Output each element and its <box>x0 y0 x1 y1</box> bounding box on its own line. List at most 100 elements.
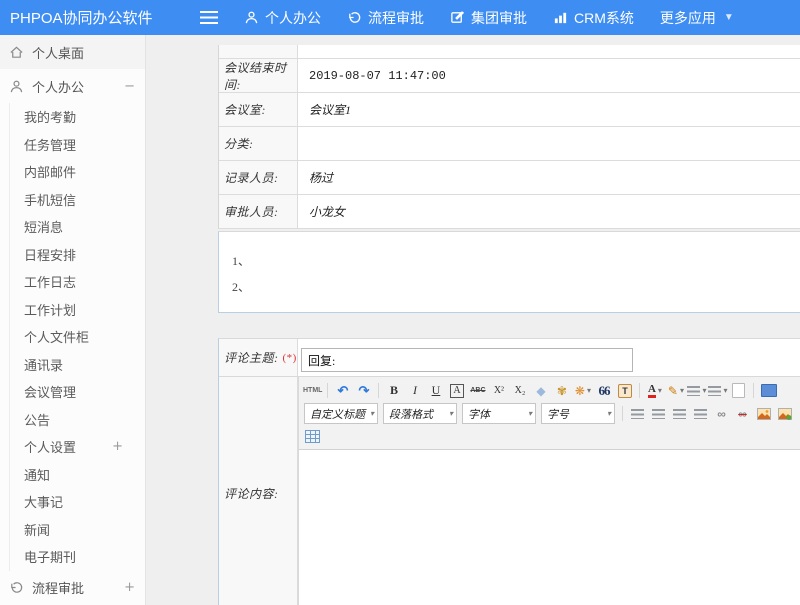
collapse-icon[interactable]: − <box>124 79 135 94</box>
nav-crm-system[interactable]: CRM系统 <box>553 8 634 28</box>
edit-icon <box>450 10 465 25</box>
field-label: 审批人员: <box>219 195 298 228</box>
comment-subject-input[interactable] <box>301 348 633 372</box>
sidebar-item-notice[interactable]: 通知 <box>10 461 145 489</box>
table-row-comment-subject: 评论主题: (*) <box>219 339 800 377</box>
sidebar-item-major-events[interactable]: 大事记 <box>10 488 145 516</box>
nav-personal-office[interactable]: 个人办公 <box>244 8 321 28</box>
strikethrough-button[interactable]: ABC <box>468 381 487 400</box>
expand-icon[interactable]: + <box>112 439 123 454</box>
image-icon <box>757 408 771 420</box>
sidebar-item-personal-files[interactable]: 个人文件柜 <box>10 323 145 351</box>
editor-body[interactable] <box>299 450 800 605</box>
font-size-select[interactable]: 字号▾ <box>541 403 615 424</box>
insert-table-button[interactable] <box>303 427 322 446</box>
highlight-button[interactable]: ✎▾ <box>666 381 685 400</box>
align-right-button[interactable] <box>670 404 689 423</box>
sidebar-item-label: 流程审批 <box>32 578 84 597</box>
nav-workflow-approval[interactable]: 流程审批 <box>347 8 424 28</box>
unlink-icon: ∞ <box>738 407 747 421</box>
sidebar-item-meeting-management[interactable]: 会议管理 <box>10 378 145 406</box>
sidebar-item-news[interactable]: 新闻 <box>10 516 145 544</box>
paste-as-text-button[interactable]: T <box>615 381 634 400</box>
nav-label: 更多应用 <box>660 8 716 28</box>
sidebar-item-task-management[interactable]: 任务管理 <box>10 131 145 159</box>
sidebar-item-contacts[interactable]: 通讯录 <box>10 351 145 379</box>
magic-wand-icon: ❋ <box>575 384 585 398</box>
history-icon <box>9 580 24 595</box>
font-border-button[interactable]: A <box>447 381 466 400</box>
paragraph-format-select[interactable]: 段落格式▾ <box>383 403 457 424</box>
sidebar-submenu-personal-office: 我的考勤 任务管理 内部邮件 手机短信 短消息 日程安排 工作日志 工作计划 个… <box>9 103 145 571</box>
sidebar-item-announcement[interactable]: 公告 <box>10 406 145 434</box>
sidebar-item-work-log[interactable]: 工作日志 <box>10 268 145 296</box>
insert-link-button[interactable]: ∞ <box>712 404 731 423</box>
align-justify-icon <box>694 409 707 419</box>
monitor-icon <box>761 384 777 397</box>
sidebar-item-personal-settings[interactable]: 个人设置 + <box>10 433 145 461</box>
nav-more-apps[interactable]: 更多应用 ▼ <box>660 8 734 28</box>
subscript-button[interactable]: X₂ <box>510 381 529 400</box>
caret-down-icon: ▾ <box>528 409 532 418</box>
insert-image-button[interactable] <box>754 404 773 423</box>
sidebar-item-label: 个人办公 <box>32 77 84 96</box>
strikethrough-icon: ABC <box>470 387 485 394</box>
align-center-icon <box>652 409 665 419</box>
toolbar-separator <box>639 383 640 398</box>
unordered-list-button[interactable]: ▾ <box>708 381 727 400</box>
content-line: 2、 <box>232 278 800 295</box>
custom-heading-select[interactable]: 自定义标题▾ <box>304 403 378 424</box>
caret-down-icon: ▾ <box>587 386 591 395</box>
ordered-list-button[interactable]: ▾ <box>687 381 706 400</box>
sidebar-item-work-plan[interactable]: 工作计划 <box>10 296 145 324</box>
expand-icon[interactable]: + <box>124 580 135 595</box>
table-row-approver: 审批人员: 小龙女 <box>219 195 800 229</box>
sidebar-item-internal-mail[interactable]: 内部邮件 <box>10 158 145 186</box>
nav-label: 个人办公 <box>265 8 321 28</box>
insert-network-image-button[interactable] <box>775 404 794 423</box>
auto-typeset-button[interactable]: ❋▾ <box>573 381 592 400</box>
redo-button[interactable]: ↷ <box>354 381 373 400</box>
remove-link-button[interactable]: ∞ <box>733 404 752 423</box>
remove-format-button[interactable]: ◆ <box>531 381 550 400</box>
field-label: 会议结束时间: <box>219 59 298 92</box>
superscript-button[interactable]: X² <box>489 381 508 400</box>
sidebar-item-my-attendance[interactable]: 我的考勤 <box>10 103 145 131</box>
underline-button[interactable]: U <box>426 381 445 400</box>
clear-format-button[interactable]: ✾ <box>552 381 571 400</box>
menu-toggle-icon[interactable] <box>200 11 218 24</box>
rich-text-editor: HTML ↶ ↷ B I U A ABC X² <box>298 377 800 605</box>
field-label: 分类: <box>219 127 298 160</box>
align-center-button[interactable] <box>649 404 668 423</box>
sidebar-item-personal-desktop[interactable]: 个人桌面 <box>0 35 145 69</box>
sidebar-item-schedule[interactable]: 日程安排 <box>10 241 145 269</box>
sidebar-item-e-journal[interactable]: 电子期刊 <box>10 543 145 571</box>
sidebar-item-sms[interactable]: 手机短信 <box>10 186 145 214</box>
toolbar-separator <box>327 383 328 398</box>
insert-media-button[interactable] <box>796 404 800 423</box>
table-row-recorder: 记录人员: 杨过 <box>219 161 800 195</box>
sidebar-item-short-message[interactable]: 短消息 <box>10 213 145 241</box>
nav-group-approval[interactable]: 集团审批 <box>450 8 527 28</box>
font-color-button[interactable]: A▾ <box>645 381 664 400</box>
subscript-icon: X₂ <box>515 385 526 396</box>
marker-pen-icon: ✎ <box>668 384 678 398</box>
toolbar-separator <box>622 406 623 421</box>
toolbar-separator <box>753 383 754 398</box>
sidebar-item-workflow-approval[interactable]: 流程审批 + <box>0 571 145 605</box>
italic-button[interactable]: I <box>405 381 424 400</box>
align-left-button[interactable] <box>628 404 647 423</box>
sidebar-item-label: 个人桌面 <box>32 43 84 62</box>
font-family-select[interactable]: 字体▾ <box>462 403 536 424</box>
bold-button[interactable]: B <box>384 381 403 400</box>
field-label: 会议室: <box>219 93 298 126</box>
html-source-button[interactable]: HTML <box>303 381 322 400</box>
align-justify-button[interactable] <box>691 404 710 423</box>
blockquote-button[interactable]: 66 <box>594 381 613 400</box>
top-bar: PHPOA协同办公软件 个人办公 流程审批 <box>0 0 800 35</box>
undo-button[interactable]: ↶ <box>333 381 352 400</box>
sidebar-item-personal-office[interactable]: 个人办公 − <box>0 69 145 103</box>
fullscreen-button[interactable] <box>759 381 778 400</box>
editor-toolbar-row-1: HTML ↶ ↷ B I U A ABC X² <box>302 379 800 402</box>
new-page-button[interactable] <box>729 381 748 400</box>
